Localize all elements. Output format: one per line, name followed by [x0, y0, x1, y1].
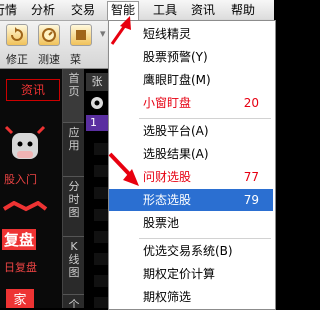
smart-menu-dropdown: 短线精灵 股票预警(Y) 鹰眼盯盘(M) 小窗盯盘 20 选股平台(A) 选股结果…: [108, 20, 276, 310]
refresh-button[interactable]: [6, 24, 28, 46]
menu-item-short-term-sprite[interactable]: 短线精灵: [109, 23, 273, 45]
menu-item-option-filter[interactable]: 期权筛选: [109, 286, 273, 308]
menu-item-label: 期权定价计算: [143, 267, 216, 281]
side-tabs: 首页 应用 分时图 K线图 个股: [62, 69, 86, 308]
menu-item-label: 优选交易系统(B): [143, 244, 233, 258]
menu-item-option-pricing[interactable]: 期权定价计算: [109, 263, 273, 285]
menu-item-shortcut: 77: [243, 170, 259, 184]
tab-stock-label: 个股: [68, 298, 80, 308]
menu-item-screening-results[interactable]: 选股结果(A): [109, 143, 273, 165]
menu-item-label: 小窗盯盘: [143, 96, 192, 110]
tab-intraday[interactable]: 分时图: [63, 177, 85, 237]
fix-label: 修正: [6, 53, 28, 66]
stock-intro-tile[interactable]: 股入门: [0, 123, 50, 186]
menu-item-mini-window[interactable]: 小窗盯盘 20: [109, 92, 273, 114]
list-header-cell: 张: [86, 73, 108, 91]
news-tab[interactable]: 资讯: [6, 79, 60, 101]
speed-test-button[interactable]: [38, 24, 60, 46]
left-pane: 资讯 股入门 复盘 日复盘 家: [0, 69, 62, 308]
menu-item-label: 鹰眼盯盘(M): [143, 73, 211, 87]
menu-separator: [139, 118, 271, 119]
menu-trade[interactable]: 交易: [68, 2, 98, 18]
tab-intraday-label: 分时图: [68, 180, 80, 219]
menu-market[interactable]: 行情: [0, 2, 20, 18]
daily-review-label: 日复盘: [4, 261, 37, 274]
review-logo-icon: [2, 200, 48, 212]
stock-intro-label: 股入门: [4, 173, 37, 186]
menu-item-eagle-eye[interactable]: 鹰眼盯盘(M): [109, 69, 273, 91]
tab-kline-label: K线图: [68, 240, 80, 279]
menu-smart[interactable]: 智能: [107, 1, 140, 20]
gear-icon[interactable]: [86, 93, 108, 113]
toolbar-button-3[interactable]: [70, 24, 92, 46]
cow-icon: [4, 125, 46, 159]
menu-item-label: 短线精灵: [143, 27, 192, 41]
tab-apps-label: 应用: [68, 126, 80, 152]
menu-item-label: 期权筛选: [143, 290, 192, 304]
menu-help[interactable]: 帮助: [228, 2, 258, 18]
partial-tile[interactable]: 家: [0, 287, 50, 308]
menu-tools[interactable]: 工具: [150, 2, 180, 18]
menu-item-stock-alert[interactable]: 股票预警(Y): [109, 46, 273, 68]
review-logo-text: 复盘: [2, 229, 37, 250]
toolbar-label-3: 菜: [70, 53, 81, 66]
speed-test-label: 测速: [38, 53, 60, 66]
menu-analysis[interactable]: 分析: [28, 2, 58, 18]
tab-kline[interactable]: K线图: [63, 237, 85, 295]
list-row-selected[interactable]: 1: [86, 115, 108, 131]
menu-item-label: 问财选股: [143, 170, 192, 184]
toolbar-overflow-icon: ▾: [100, 27, 106, 40]
menu-news[interactable]: 资讯: [188, 2, 218, 18]
tab-home[interactable]: 首页: [63, 69, 85, 123]
grid-icon: [76, 30, 86, 40]
menu-item-wencai-screening[interactable]: 问财选股 77: [109, 166, 273, 188]
menu-separator: [139, 238, 271, 239]
menu-item-label: 股票池: [143, 216, 180, 230]
menu-item-label: 股票预警(Y): [143, 50, 208, 64]
menu-item-label: 选股平台(A): [143, 124, 209, 138]
tab-apps[interactable]: 应用: [63, 123, 85, 177]
tab-stock[interactable]: 个股: [63, 295, 85, 308]
menu-item-shortcut: 20: [243, 96, 259, 110]
menu-item-trading-system[interactable]: 优选交易系统(B): [109, 240, 273, 262]
menu-item-label: 选股结果(A): [143, 147, 209, 161]
speed-icon: [42, 28, 56, 42]
refresh-icon: [11, 27, 23, 41]
list-rows: [94, 133, 108, 308]
review-tile[interactable]: 复盘 日复盘: [0, 200, 50, 274]
menu-item-screening-platform[interactable]: 选股平台(A): [109, 120, 273, 142]
menu-bar: 行情 分析 交易 智能 工具 资讯 帮助: [0, 0, 274, 21]
partial-tile-label: 家: [6, 289, 34, 308]
menu-item-stock-pool[interactable]: 股票池: [109, 212, 273, 234]
tab-home-label: 首页: [68, 72, 80, 98]
menu-item-pattern-screening[interactable]: 形态选股 79: [109, 189, 273, 211]
menu-item-shortcut: 79: [243, 193, 259, 207]
menu-item-label: 形态选股: [143, 193, 192, 207]
quote-list-strip: 张 1: [84, 69, 110, 308]
